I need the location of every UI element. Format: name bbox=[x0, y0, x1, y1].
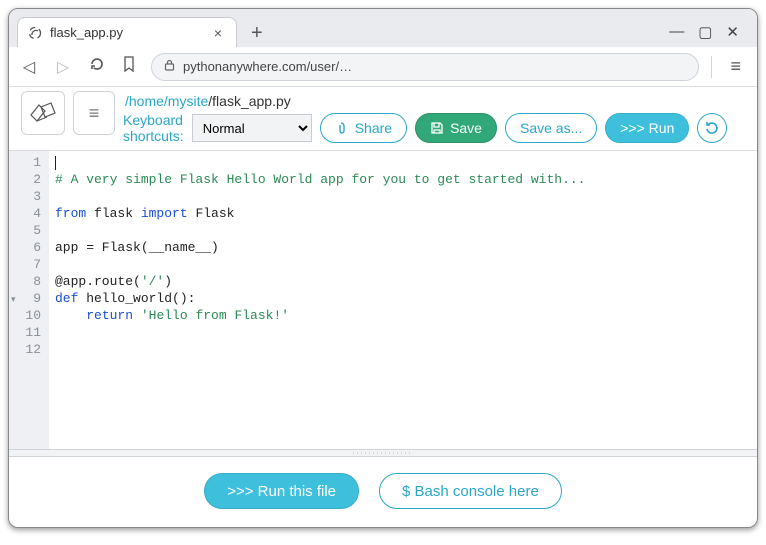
bash-console-button[interactable]: $ Bash console here bbox=[379, 473, 562, 509]
app-header: ≡ /home/mysite/flask_app.py Keyboard sho… bbox=[9, 87, 757, 146]
line-number: ▾9 bbox=[13, 290, 41, 307]
new-tab-button[interactable]: + bbox=[245, 20, 269, 47]
code-line: def hello_world(): bbox=[55, 290, 751, 307]
code-line: return 'Hello from Flask!' bbox=[55, 307, 751, 324]
tab-favicon bbox=[28, 26, 42, 40]
nav-forward-icon: ▷ bbox=[53, 57, 73, 77]
code-line bbox=[55, 341, 751, 358]
saveas-label: Save as... bbox=[520, 120, 582, 136]
breadcrumb-file: /flask_app.py bbox=[208, 93, 291, 109]
browser-menu-icon[interactable]: ≡ bbox=[724, 54, 747, 79]
nav-back-icon[interactable]: ◁ bbox=[19, 57, 39, 77]
code-line: # A very simple Flask Hello World app fo… bbox=[55, 171, 751, 188]
code-line bbox=[55, 154, 751, 171]
bookmark-icon[interactable] bbox=[119, 56, 139, 77]
browser-window: flask_app.py × + — ▢ ✕ ◁ ▷ pythonanywher… bbox=[8, 8, 758, 528]
run-this-file-button[interactable]: >>> Run this file bbox=[204, 473, 359, 509]
tab-strip: flask_app.py × + — ▢ ✕ bbox=[9, 9, 757, 47]
code-line: app = Flask(__name__) bbox=[55, 239, 751, 256]
window-controls: — ▢ ✕ bbox=[669, 23, 749, 47]
address-bar[interactable]: pythonanywhere.com/user/… bbox=[151, 53, 699, 81]
code-line: from flask import Flask bbox=[55, 205, 751, 222]
save-button[interactable]: Save bbox=[415, 113, 497, 143]
line-number: 11 bbox=[13, 324, 41, 341]
gutter: 1 2 3 4 5 6 7 8 ▾9 10 11 12 bbox=[9, 151, 49, 449]
code-line bbox=[55, 188, 751, 205]
paperclip-icon bbox=[335, 121, 349, 135]
line-number: 8 bbox=[13, 273, 41, 290]
code-line bbox=[55, 256, 751, 273]
keyboard-shortcuts-label[interactable]: Keyboard shortcuts: bbox=[123, 112, 184, 144]
line-number: 1 bbox=[13, 154, 41, 171]
code-editor[interactable]: 1 2 3 4 5 6 7 8 ▾9 10 11 12 # A very sim… bbox=[9, 150, 757, 449]
window-minimize-icon[interactable]: — bbox=[669, 23, 684, 41]
line-number: 3 bbox=[13, 188, 41, 205]
page-content: ≡ /home/mysite/flask_app.py Keyboard sho… bbox=[9, 87, 757, 527]
line-number: 10 bbox=[13, 307, 41, 324]
browser-tab[interactable]: flask_app.py × bbox=[17, 17, 237, 47]
pane-splitter[interactable] bbox=[9, 449, 757, 457]
url-text: pythonanywhere.com/user/… bbox=[183, 59, 352, 74]
save-as-button[interactable]: Save as... bbox=[505, 113, 597, 143]
code-area[interactable]: # A very simple Flask Hello World app fo… bbox=[49, 151, 757, 449]
lock-icon bbox=[164, 59, 175, 74]
save-label: Save bbox=[450, 120, 482, 136]
window-close-icon[interactable]: ✕ bbox=[726, 23, 739, 41]
editor-toolbar: Keyboard shortcuts: Normal Share Save bbox=[123, 112, 745, 144]
code-line: @app.route('/') bbox=[55, 273, 751, 290]
line-number: 7 bbox=[13, 256, 41, 273]
run-label: >>> Run bbox=[620, 120, 674, 136]
code-line bbox=[55, 222, 751, 239]
toolbar-row: ◁ ▷ pythonanywhere.com/user/… ≡ bbox=[9, 47, 757, 87]
floppy-icon bbox=[430, 121, 444, 135]
breadcrumb: /home/mysite/flask_app.py bbox=[123, 91, 745, 112]
nav-reload-icon[interactable] bbox=[87, 56, 107, 77]
line-number: 5 bbox=[13, 222, 41, 239]
tab-close-icon[interactable]: × bbox=[210, 25, 226, 41]
nav-buttons: ◁ ▷ bbox=[19, 56, 107, 77]
window-maximize-icon[interactable]: ▢ bbox=[698, 23, 712, 41]
share-button[interactable]: Share bbox=[320, 113, 407, 143]
share-label: Share bbox=[355, 120, 392, 136]
kb-line2: shortcuts: bbox=[123, 128, 184, 144]
code-line bbox=[55, 324, 751, 341]
toolbar-divider bbox=[711, 56, 712, 78]
line-number: 6 bbox=[13, 239, 41, 256]
line-number: 2 bbox=[13, 171, 41, 188]
line-number: 4 bbox=[13, 205, 41, 222]
breadcrumb-home[interactable]: /home bbox=[125, 93, 164, 109]
editor-mode-select[interactable]: Normal bbox=[192, 114, 312, 142]
refresh-button[interactable] bbox=[697, 113, 727, 143]
run-button[interactable]: >>> Run bbox=[605, 113, 689, 143]
tab-title: flask_app.py bbox=[50, 25, 123, 40]
breadcrumb-mysite[interactable]: /mysite bbox=[164, 93, 208, 109]
text-cursor bbox=[55, 156, 56, 170]
footer-actions: >>> Run this file $ Bash console here bbox=[9, 457, 757, 527]
refresh-icon bbox=[704, 120, 720, 136]
site-logo[interactable] bbox=[21, 91, 65, 135]
line-number: 12 bbox=[13, 341, 41, 358]
kb-line1: Keyboard bbox=[123, 112, 183, 128]
app-menu-button[interactable]: ≡ bbox=[73, 91, 115, 135]
